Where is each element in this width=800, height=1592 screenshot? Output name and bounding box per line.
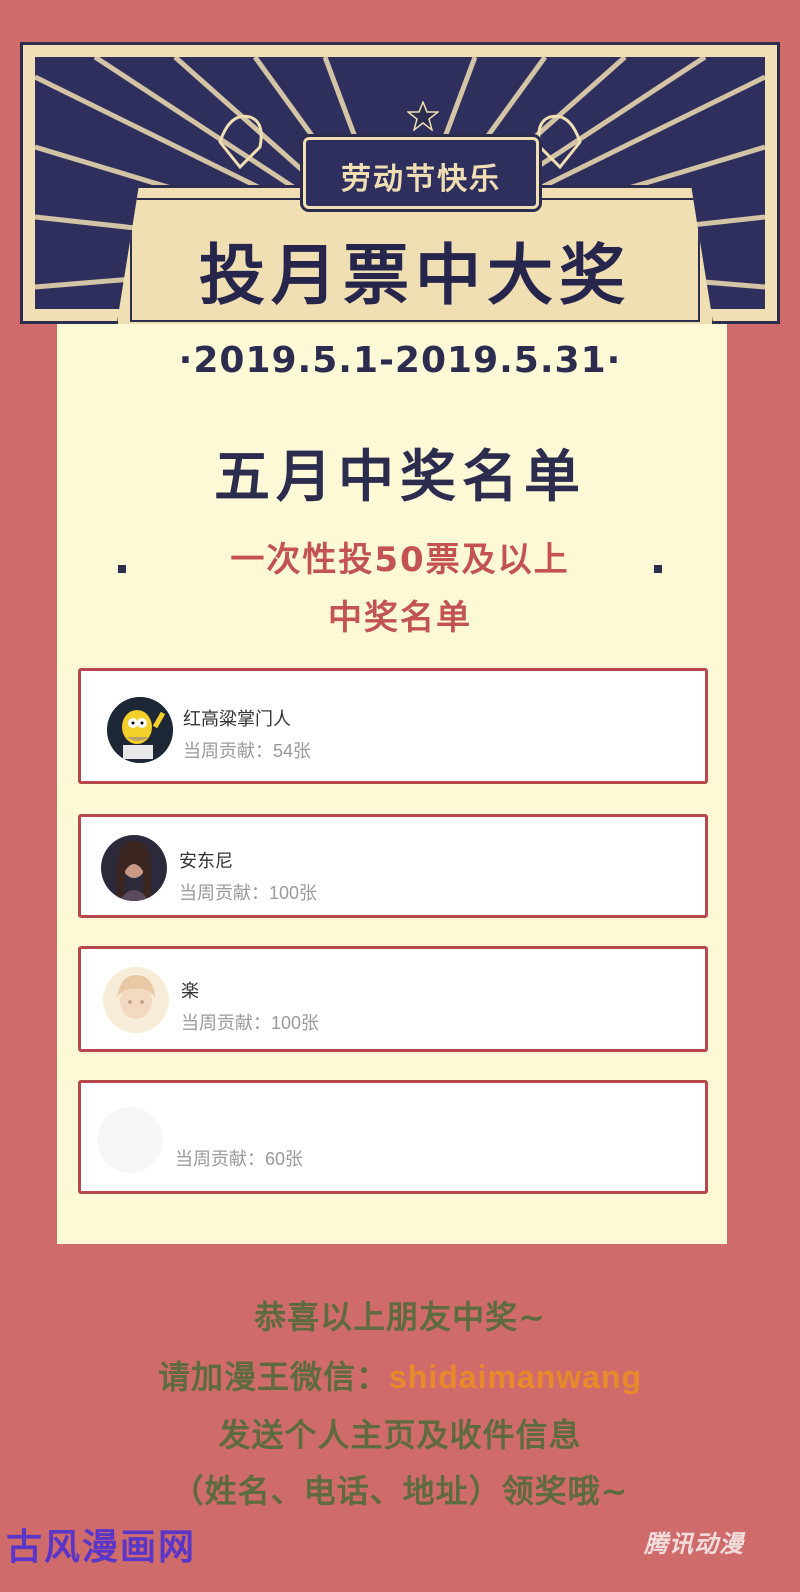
congrats-text: 恭喜以上朋友中奖~ bbox=[254, 1298, 546, 1336]
winner-contribution: 当周贡献：54张 bbox=[183, 741, 312, 761]
winner-contribution: 当周贡献：60张 bbox=[175, 1149, 304, 1169]
holiday-badge: 劳动节快乐 bbox=[300, 134, 542, 212]
main-title: 投月票中大奖 bbox=[199, 236, 631, 314]
winner-card[interactable]: 当周贡献：60张 bbox=[78, 1080, 708, 1194]
winner-name: 安东尼 bbox=[179, 851, 233, 871]
wechat-instruction: 请加漫王微信：shidaimanwang bbox=[0, 1352, 800, 1398]
winner-card[interactable]: 安东尼 当周贡献：100张 bbox=[78, 814, 708, 918]
winner-name: 红高粱掌门人 bbox=[183, 709, 291, 729]
winner-name: 楽 bbox=[181, 981, 199, 1001]
wechat-id: shidaimanwang bbox=[388, 1359, 643, 1395]
send-info-text: 发送个人主页及收件信息 bbox=[218, 1416, 582, 1454]
wechat-prefix: 请加漫王微信： bbox=[157, 1358, 389, 1396]
winners-subheading: 中奖名单 bbox=[328, 598, 472, 638]
event-banner: 投月票中大奖 劳动节快乐 bbox=[20, 42, 780, 335]
winner-card[interactable]: 楽 当周贡献：100张 bbox=[78, 946, 708, 1052]
claim-prize-text: （姓名、电话、地址）领奖哦~ bbox=[171, 1472, 629, 1510]
star-icon bbox=[407, 101, 439, 131]
criteria-text: 一次性投50票及以上 bbox=[230, 540, 570, 580]
illustration-avatar bbox=[103, 967, 169, 1033]
date-range: ·2019.5.1-2019.5.31· bbox=[178, 340, 622, 381]
holiday-label: 劳动节快乐 bbox=[341, 162, 501, 197]
cartoon-avatar bbox=[107, 697, 173, 763]
blank-avatar bbox=[97, 1107, 163, 1173]
portrait-avatar bbox=[101, 835, 167, 901]
winner-contribution: 当周贡献：100张 bbox=[179, 883, 318, 903]
winner-card[interactable]: 红高粱掌门人 当周贡献：54张 bbox=[78, 668, 708, 784]
winner-contribution: 当周贡献：100张 bbox=[181, 1013, 320, 1033]
site-watermark: 古风漫画网 bbox=[6, 1527, 197, 1568]
publisher-watermark: 腾讯动漫 bbox=[644, 1530, 744, 1558]
list-title: 五月中奖名单 bbox=[214, 445, 586, 510]
